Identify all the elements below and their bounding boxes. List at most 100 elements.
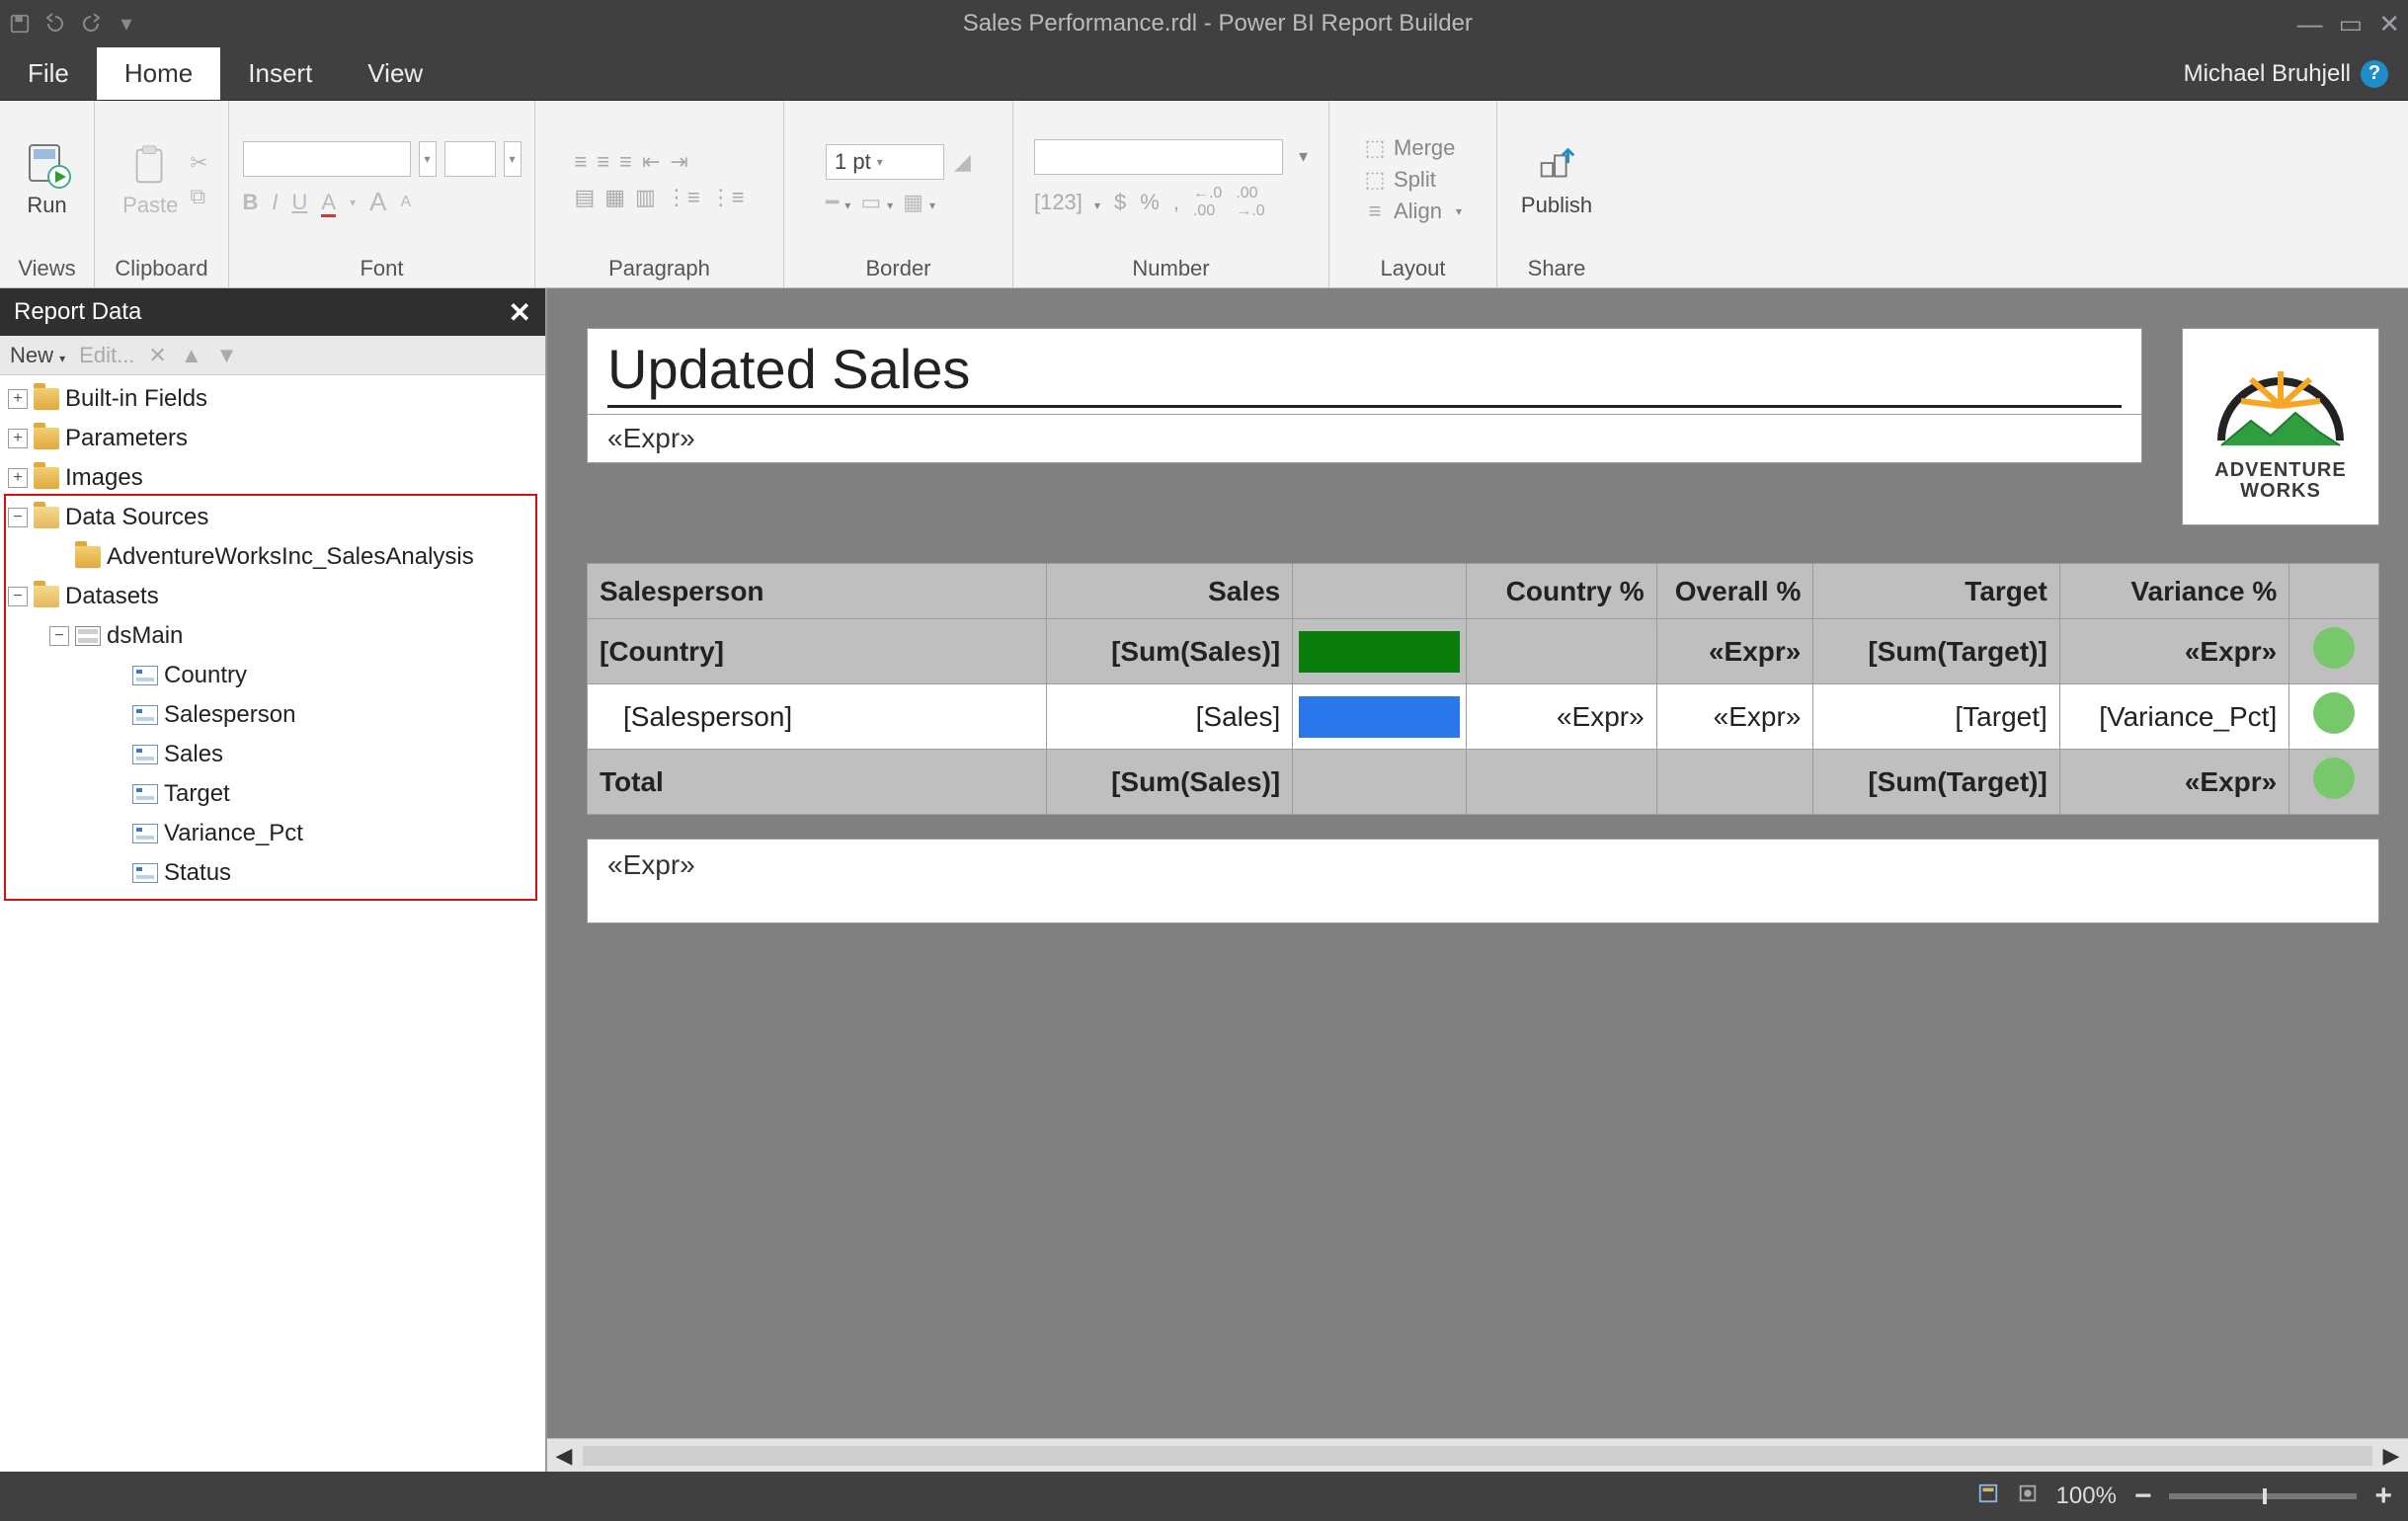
col-header-sales[interactable]: Sales <box>1046 564 1292 619</box>
horizontal-scrollbar[interactable]: ◀ ▶ <box>547 1438 2408 1472</box>
move-down-icon[interactable]: ▼ <box>216 343 238 368</box>
cell-detail-sales[interactable]: [Sales] <box>1046 684 1292 750</box>
numbering-icon[interactable]: ⋮≡ <box>710 185 745 210</box>
redo-icon[interactable] <box>79 12 103 36</box>
zoom-level[interactable]: 100% <box>2056 1482 2117 1510</box>
align-bottom-icon[interactable]: ▥ <box>635 185 656 210</box>
cell-detail-bar[interactable] <box>1293 684 1467 750</box>
cell-country-target[interactable]: [Sum(Target)] <box>1813 619 2059 684</box>
align-center-icon[interactable]: ≡ <box>597 149 609 175</box>
expand-icon[interactable]: + <box>8 389 28 409</box>
publish-button[interactable]: Publish <box>1513 137 1600 222</box>
font-grow-button[interactable]: A <box>369 187 386 217</box>
border-color-icon[interactable]: ◢ <box>954 149 971 175</box>
cell-total-variancep[interactable]: «Expr» <box>2059 750 2288 815</box>
align-button[interactable]: ≡Align▾ <box>1364 199 1462 224</box>
tablix-country-group-row[interactable]: [Country] [Sum(Sales)] «Expr» [Sum(Targe… <box>588 619 2379 684</box>
expand-icon[interactable]: + <box>8 429 28 448</box>
tree-node-datasets[interactable]: − Datasets <box>4 577 541 616</box>
design-canvas[interactable]: Updated Sales «Expr» <box>547 288 2408 1438</box>
cell-country-overallp[interactable]: «Expr» <box>1656 619 1813 684</box>
menu-home[interactable]: Home <box>97 47 220 100</box>
cell-total-label[interactable]: Total <box>588 750 1047 815</box>
scroll-track[interactable] <box>583 1446 2372 1466</box>
split-button[interactable]: ⬚Split <box>1364 167 1462 193</box>
tablix-region[interactable]: Salesperson Sales Country % Overall % Ta… <box>587 563 2379 815</box>
border-preset-icon[interactable]: ▦▾ <box>903 190 935 215</box>
cell-country-variancep[interactable]: «Expr» <box>2059 619 2288 684</box>
expand-icon[interactable]: + <box>8 468 28 488</box>
cell-total-bar[interactable] <box>1293 750 1467 815</box>
tree-node-builtin-fields[interactable]: + Built-in Fields <box>4 379 541 419</box>
cell-detail-status[interactable] <box>2289 684 2379 750</box>
zoom-out-button[interactable]: − <box>2134 1480 2152 1513</box>
cell-total-sales[interactable]: [Sum(Sales)] <box>1046 750 1292 815</box>
tablix-total-row[interactable]: Total [Sum(Sales)] [Sum(Target)] «Expr» <box>588 750 2379 815</box>
collapse-icon[interactable]: − <box>8 587 28 606</box>
logo-image[interactable]: ADVENTUREWORKS <box>2182 328 2379 525</box>
cut-icon[interactable]: ✂ <box>190 150 207 176</box>
tree-node-field-salesperson[interactable]: Salesperson <box>4 695 541 735</box>
design-view-icon[interactable] <box>1977 1482 1999 1510</box>
col-header-bar[interactable] <box>1293 564 1467 619</box>
user-name[interactable]: Michael Bruhjell ? <box>2164 47 2408 100</box>
cell-detail-salesperson[interactable]: [Salesperson] <box>588 684 1047 750</box>
font-color-button[interactable]: A <box>321 190 336 215</box>
col-header-variancep[interactable]: Variance % <box>2059 564 2288 619</box>
tree-node-dataset-dsmain[interactable]: − dsMain <box>4 616 541 656</box>
cell-detail-variancep[interactable]: [Variance_Pct] <box>2059 684 2288 750</box>
collapse-icon[interactable]: − <box>8 508 28 527</box>
report-design-surface[interactable]: Updated Sales «Expr» <box>587 328 2379 923</box>
merge-button[interactable]: ⬚Merge <box>1364 135 1462 161</box>
tree-node-field-variance-pct[interactable]: Variance_Pct <box>4 814 541 853</box>
font-size-select[interactable] <box>444 141 496 177</box>
cell-country-sales[interactable]: [Sum(Sales)] <box>1046 619 1292 684</box>
increase-indent-icon[interactable]: ⇥ <box>670 149 687 175</box>
tree-node-field-target[interactable]: Target <box>4 774 541 814</box>
zoom-slider[interactable] <box>2169 1493 2357 1499</box>
cell-total-overallp[interactable] <box>1656 750 1813 815</box>
col-header-status[interactable] <box>2289 564 2379 619</box>
chevron-down-icon[interactable]: ▾ <box>419 141 437 177</box>
help-icon[interactable]: ? <box>2361 60 2388 88</box>
tree-node-field-country[interactable]: Country <box>4 656 541 695</box>
cell-total-countryp[interactable] <box>1466 750 1656 815</box>
decrease-indent-icon[interactable]: ⇤ <box>642 149 660 175</box>
tree-node-field-status[interactable]: Status <box>4 853 541 893</box>
cell-country-countryp[interactable] <box>1466 619 1656 684</box>
preview-icon[interactable] <box>2017 1482 2039 1510</box>
align-right-icon[interactable]: ≡ <box>619 149 632 175</box>
maximize-icon[interactable]: ▭ <box>2339 9 2364 40</box>
cell-detail-target[interactable]: [Target] <box>1813 684 2059 750</box>
cell-total-status[interactable] <box>2289 750 2379 815</box>
tree-node-parameters[interactable]: + Parameters <box>4 419 541 458</box>
tree-node-images[interactable]: + Images <box>4 458 541 498</box>
border-width-select[interactable]: 1 pt▾ <box>826 144 944 180</box>
cell-total-target[interactable]: [Sum(Target)] <box>1813 750 2059 815</box>
tablix-detail-row[interactable]: [Salesperson] [Sales] «Expr» «Expr» [Tar… <box>588 684 2379 750</box>
move-up-icon[interactable]: ▲ <box>181 343 202 368</box>
edit-button[interactable]: Edit... <box>79 343 134 368</box>
bullets-icon[interactable]: ⋮≡ <box>666 185 700 210</box>
underline-button[interactable]: U <box>292 190 308 215</box>
menu-insert[interactable]: Insert <box>220 47 340 100</box>
col-header-salesperson[interactable]: Salesperson <box>588 564 1047 619</box>
cell-country-bar[interactable] <box>1293 619 1467 684</box>
report-title-textbox[interactable]: Updated Sales <box>587 328 2142 415</box>
zoom-in-button[interactable]: + <box>2374 1480 2392 1513</box>
qat-dropdown-icon[interactable]: ▾ <box>115 12 138 36</box>
tree-node-datasource-adventureworks[interactable]: + AdventureWorksInc_SalesAnalysis <box>4 537 541 577</box>
run-button[interactable]: Run <box>16 137 79 222</box>
cell-country-group[interactable]: [Country] <box>588 619 1047 684</box>
scroll-right-icon[interactable]: ▶ <box>2374 1439 2408 1473</box>
col-header-target[interactable]: Target <box>1813 564 2059 619</box>
close-panel-icon[interactable]: ✕ <box>509 296 531 329</box>
align-middle-icon[interactable]: ▦ <box>604 185 625 210</box>
increase-decimal-icon[interactable]: ←.0.00 <box>1193 185 1222 220</box>
tablix-header-row[interactable]: Salesperson Sales Country % Overall % Ta… <box>588 564 2379 619</box>
scroll-left-icon[interactable]: ◀ <box>547 1439 581 1473</box>
new-button[interactable]: New ▾ <box>10 343 65 368</box>
report-footer-textbox[interactable]: «Expr» <box>587 839 2379 923</box>
number-format-select[interactable] <box>1034 139 1283 175</box>
col-header-overallp[interactable]: Overall % <box>1656 564 1813 619</box>
